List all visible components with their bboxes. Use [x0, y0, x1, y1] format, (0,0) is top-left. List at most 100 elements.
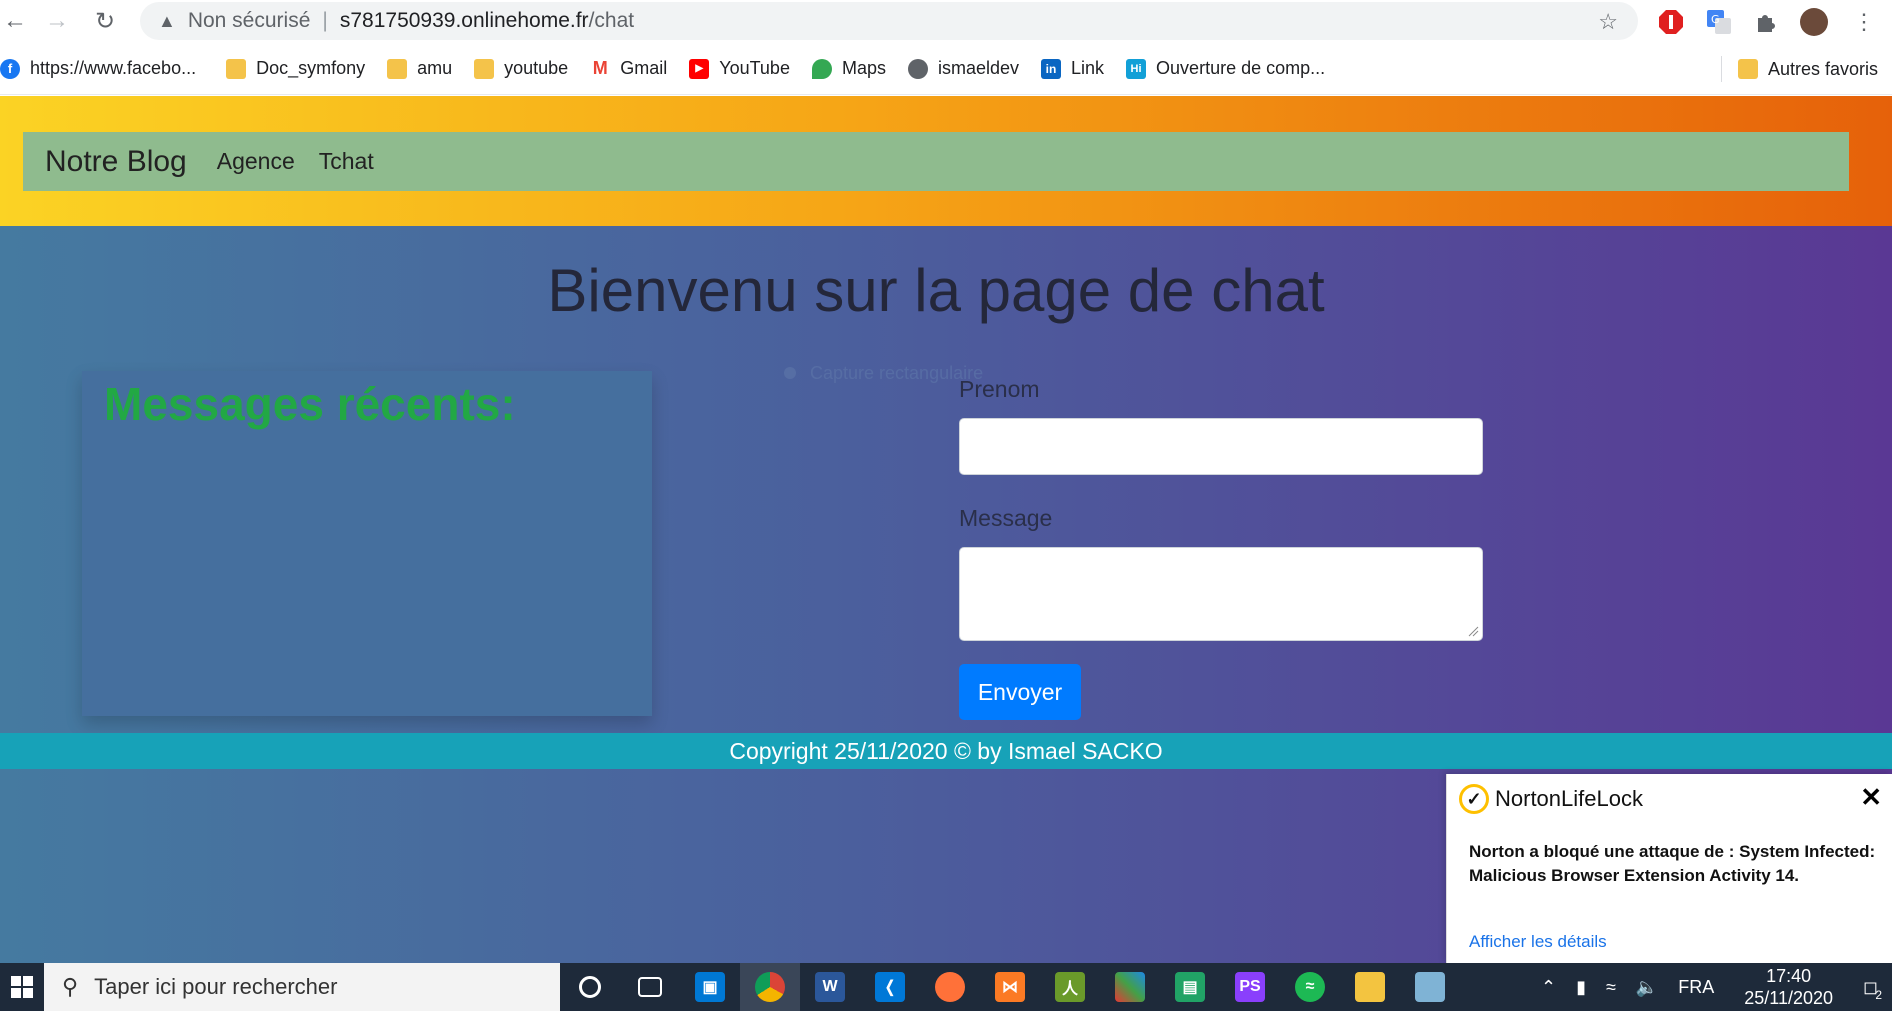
- send-button[interactable]: Envoyer: [959, 664, 1081, 720]
- firefox-icon[interactable]: [920, 963, 980, 1011]
- bookmark-label: Maps: [841, 58, 886, 78]
- word-icon[interactable]: W: [800, 963, 860, 1011]
- file-explorer-icon[interactable]: [1340, 963, 1400, 1011]
- url-path: /chat: [588, 9, 635, 32]
- warning-icon: ▲: [158, 10, 176, 31]
- store-icon[interactable]: ▣: [680, 963, 740, 1011]
- bookmark-label: Gmail: [620, 58, 668, 78]
- back-icon[interactable]: ←: [0, 6, 30, 36]
- bookmark-doc-symfony[interactable]: Doc_symfony: [218, 58, 365, 79]
- capture-overlay-label: Capture rectangulaire: [810, 362, 984, 383]
- folder-icon: [387, 58, 408, 79]
- site-footer: Copyright 25/11/2020 © by Ismael SACKO: [0, 733, 1892, 769]
- navbar-brand[interactable]: Notre Blog: [45, 145, 187, 179]
- chevron-up-icon[interactable]: ⌃: [1541, 977, 1556, 998]
- menu-kebab-icon[interactable]: ⋮: [1850, 8, 1878, 36]
- reload-icon[interactable]: ↻: [90, 6, 120, 36]
- close-icon[interactable]: ✕: [1860, 782, 1882, 813]
- prenom-input[interactable]: [959, 418, 1483, 475]
- spotify-icon[interactable]: ≈: [1280, 963, 1340, 1011]
- message-label: Message: [959, 505, 1053, 531]
- bookmark-youtube[interactable]: ▶ YouTube: [689, 58, 790, 79]
- norton-check-icon: ✓: [1459, 784, 1489, 814]
- notifications-icon[interactable]: ◻ 2: [1863, 977, 1882, 1002]
- app-green-icon[interactable]: 人: [1040, 963, 1100, 1011]
- browser-toolbar: ← → ↻ ▲ Non sécurisé | s781750939.online…: [0, 0, 1892, 43]
- clock[interactable]: 17:40 25/11/2020: [1744, 965, 1833, 1009]
- folder-icon: [474, 58, 495, 79]
- bookmark-label: https://www.facebo...: [30, 58, 197, 78]
- forward-icon[interactable]: →: [42, 6, 72, 36]
- windows-start-icon[interactable]: [0, 963, 44, 1011]
- nav-link-tchat[interactable]: Tchat: [319, 148, 374, 175]
- norton-notification: ✓ NortonLifeLock ✕ Norton a bloqué une a…: [1446, 774, 1892, 964]
- address-bar[interactable]: ▲ Non sécurisé | s781750939.onlinehome.f…: [140, 2, 1638, 40]
- facebook-icon: f: [0, 58, 20, 79]
- cortana-icon[interactable]: [560, 963, 620, 1011]
- message-textarea[interactable]: [959, 547, 1483, 641]
- norton-details-link[interactable]: Afficher les détails: [1469, 932, 1607, 952]
- gmail-icon: M: [590, 58, 611, 79]
- bookmark-maps[interactable]: Maps: [811, 58, 886, 79]
- translate-icon[interactable]: G: [1705, 8, 1733, 36]
- bookmark-label: Link: [1071, 58, 1105, 78]
- xampp-icon[interactable]: ⋈: [980, 963, 1040, 1011]
- url-host: s781750939.onlinehome.fr: [339, 9, 589, 32]
- norton-brand: NortonLifeLock: [1495, 786, 1643, 811]
- youtube-icon: ▶: [689, 58, 710, 79]
- profile-avatar[interactable]: [1800, 8, 1828, 36]
- taskbar-search[interactable]: ⚲ Taper ici pour rechercher: [44, 963, 560, 1011]
- wifi-icon[interactable]: ≈: [1606, 977, 1616, 998]
- recent-messages-title: Messages récents:: [104, 378, 516, 430]
- nav-link-agence[interactable]: Agence: [217, 148, 295, 175]
- norton-logo: ✓ NortonLifeLock: [1459, 784, 1643, 814]
- notifications-count: 2: [1875, 987, 1882, 1002]
- clock-time: 17:40: [1766, 966, 1812, 986]
- phpstorm-icon[interactable]: PS: [1220, 963, 1280, 1011]
- bookmark-ouverture[interactable]: Hi Ouverture de comp...: [1126, 58, 1325, 79]
- globe-icon: [907, 58, 928, 79]
- extensions-puzzle-icon[interactable]: [1752, 8, 1780, 36]
- bookmark-ismaeldev[interactable]: ismaeldev: [907, 58, 1020, 79]
- bookmark-label: ismaeldev: [937, 58, 1020, 78]
- language-indicator[interactable]: FRA: [1678, 977, 1714, 998]
- adblock-icon[interactable]: [1657, 8, 1685, 36]
- battery-icon[interactable]: ▮: [1576, 977, 1586, 998]
- windows-taskbar: ⚲ Taper ici pour rechercher ▣ W ❬ ⋈ 人 ▤ …: [0, 963, 1892, 1011]
- bookmark-amu[interactable]: amu: [387, 58, 452, 79]
- notepad-icon[interactable]: [1400, 963, 1460, 1011]
- other-bookmarks-label: Autres favoris: [1767, 58, 1878, 79]
- volume-icon[interactable]: 🔈: [1636, 977, 1658, 998]
- page-title: Bienvenu sur la page de chat: [547, 257, 1325, 324]
- bookmarks-bar: f https://www.facebo... Doc_symfony amu …: [0, 43, 1892, 95]
- norton-message: Norton a bloqué une attaque de : System …: [1469, 842, 1876, 885]
- bookmark-youtube-folder[interactable]: youtube: [474, 58, 568, 79]
- prenom-label: Prenom: [959, 376, 1040, 402]
- hi-icon: Hi: [1126, 58, 1147, 79]
- task-view-icon[interactable]: [620, 963, 680, 1011]
- system-tray: ⌃ ▮ ≈ 🔈 FRA 17:40 25/11/2020 ◻ 2: [1531, 963, 1892, 1011]
- divider: [1720, 56, 1722, 82]
- security-label: Non sécurisé: [187, 9, 311, 32]
- sheets-icon[interactable]: ▤: [1160, 963, 1220, 1011]
- bookmark-gmail[interactable]: M Gmail: [590, 58, 667, 79]
- clock-date: 25/11/2020: [1744, 988, 1834, 1008]
- folder-icon: [226, 58, 247, 79]
- maps-icon: [811, 58, 832, 79]
- search-placeholder: Taper ici pour rechercher: [94, 974, 338, 999]
- app-multicolor-icon[interactable]: [1100, 963, 1160, 1011]
- resize-handle-icon[interactable]: [1467, 625, 1479, 637]
- bookmark-label: YouTube: [719, 58, 790, 78]
- bookmark-linkedin[interactable]: in Link: [1041, 58, 1104, 79]
- bookmark-label: amu: [417, 58, 453, 78]
- url-separator: |: [322, 9, 328, 32]
- bookmark-label: youtube: [504, 58, 569, 78]
- chrome-icon[interactable]: [740, 963, 800, 1011]
- vscode-icon[interactable]: ❬: [860, 963, 920, 1011]
- search-icon: ⚲: [62, 974, 79, 999]
- bookmark-label: Ouverture de comp...: [1156, 58, 1326, 78]
- bookmark-facebook[interactable]: f https://www.facebo...: [0, 58, 196, 79]
- bookmark-star-icon[interactable]: ☆: [1598, 9, 1618, 35]
- recent-messages-panel: Messages récents:: [82, 371, 652, 716]
- other-bookmarks[interactable]: Autres favoris: [1720, 56, 1878, 82]
